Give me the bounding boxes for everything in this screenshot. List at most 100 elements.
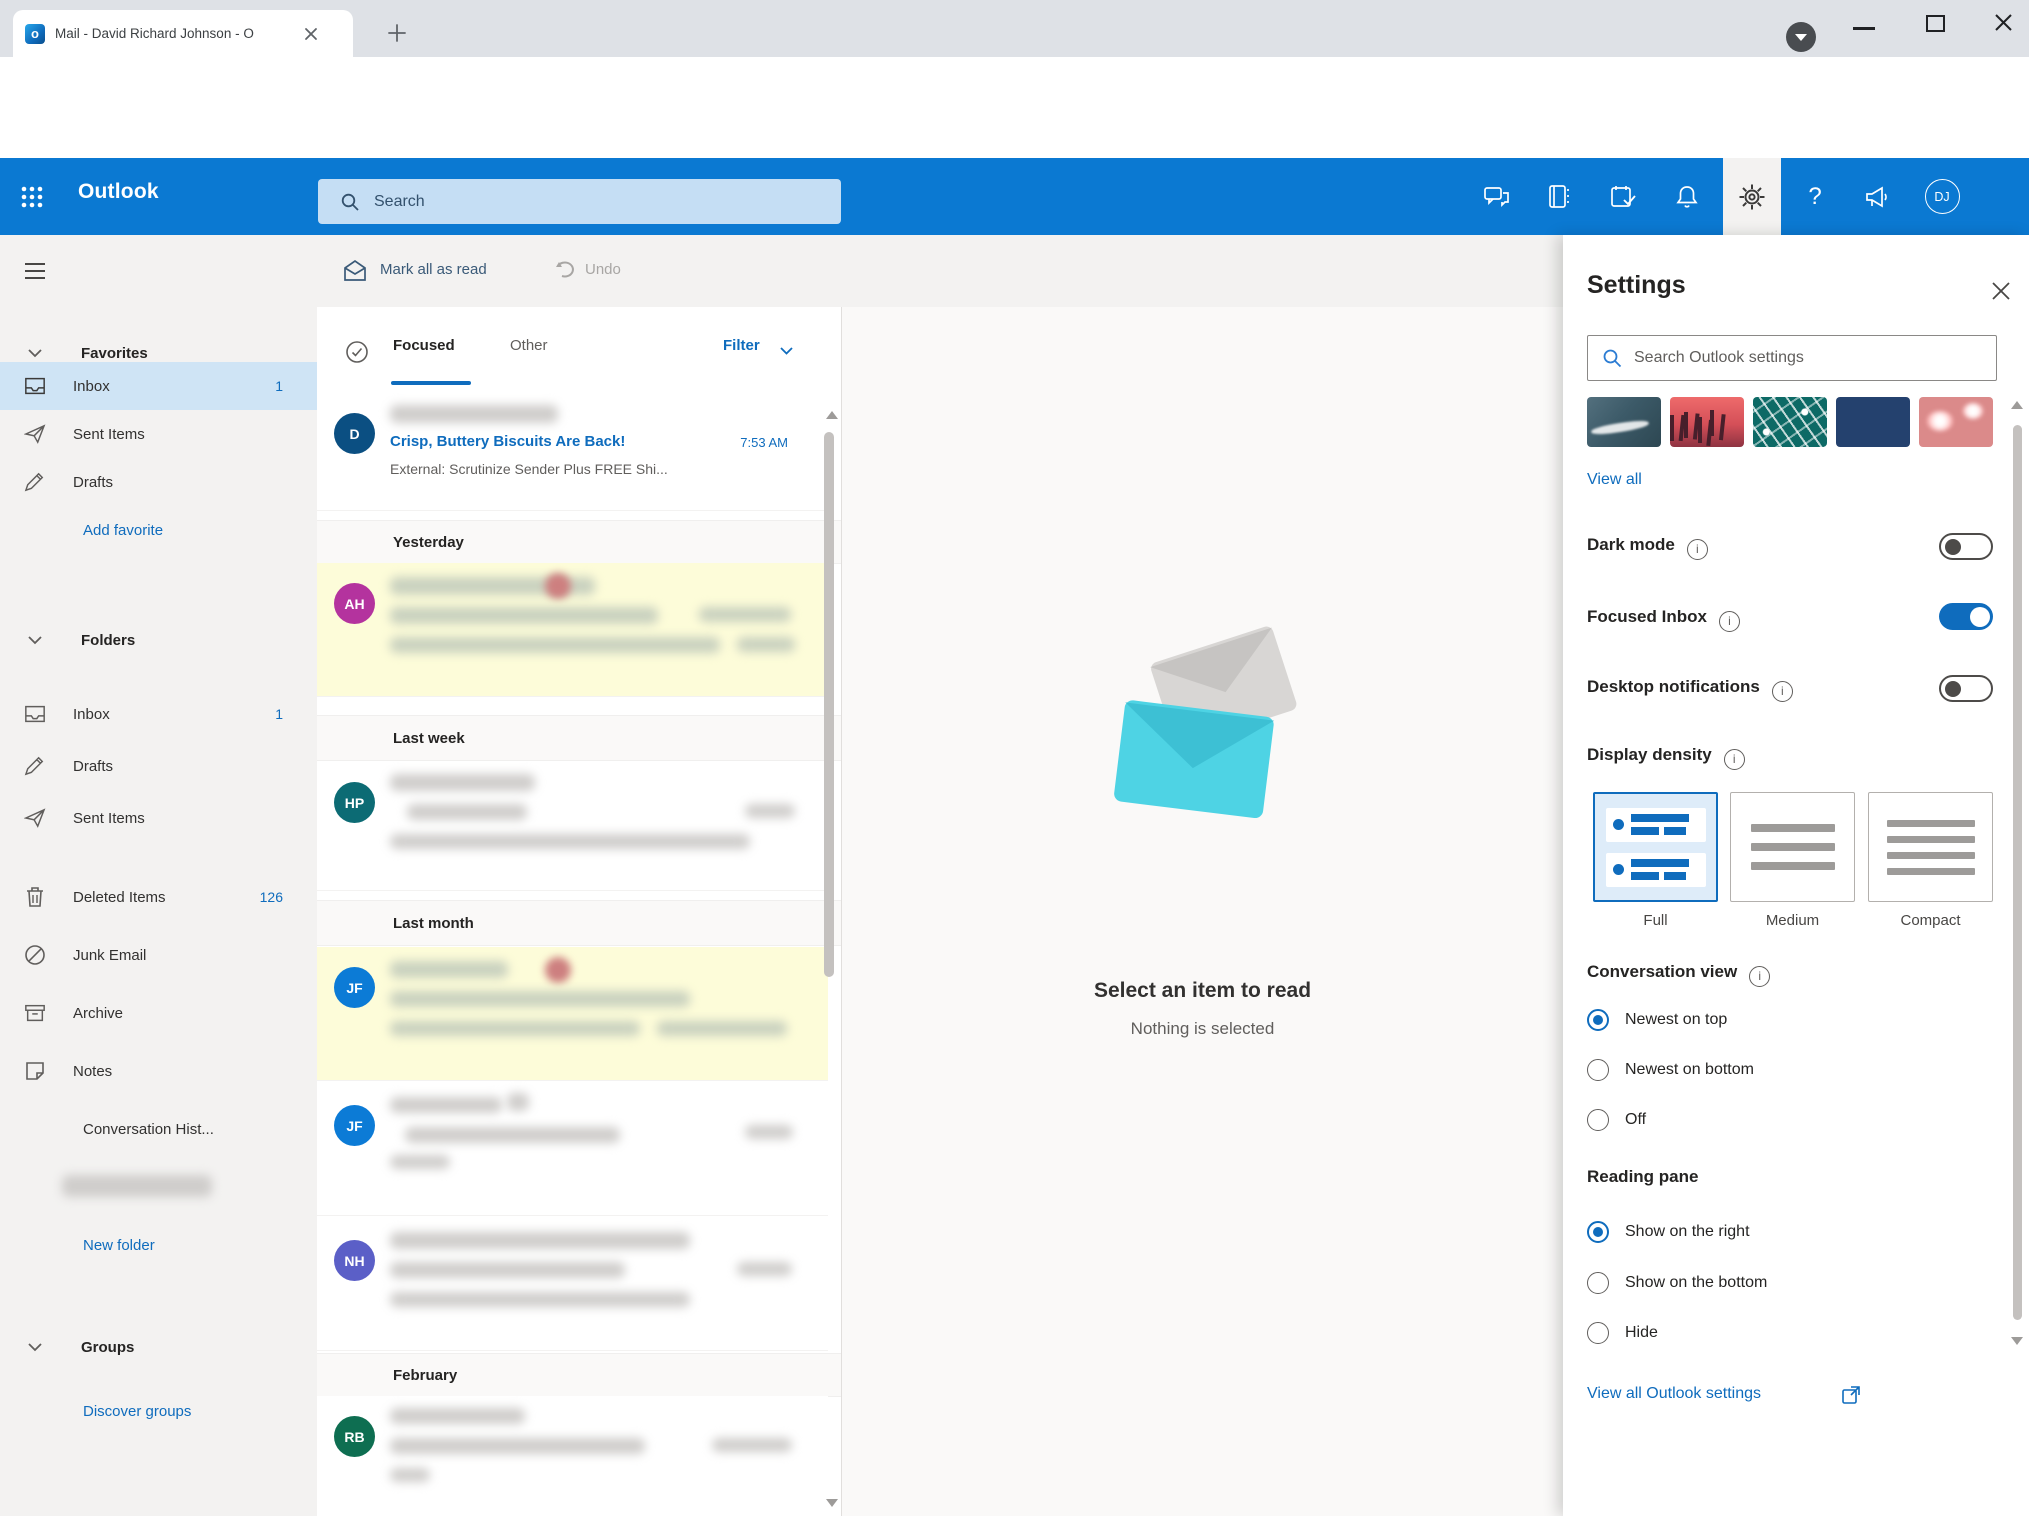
dark-mode-toggle[interactable] — [1939, 533, 1993, 560]
sidebar-item-sent[interactable]: Sent Items — [0, 794, 317, 842]
add-favorite-link[interactable]: Add favorite — [0, 506, 317, 554]
tab-list-dropdown[interactable] — [1786, 22, 1816, 52]
sidebar-item-inbox[interactable]: Inbox 1 — [0, 690, 317, 738]
theme-thumbnail-red-glow[interactable] — [1919, 397, 1993, 447]
inbox-icon — [24, 376, 46, 396]
undo-icon — [552, 257, 576, 281]
envelopes-illustration — [1100, 617, 1310, 827]
redacted-preview — [390, 834, 750, 849]
select-all-icon[interactable] — [345, 340, 369, 364]
pin-icon — [545, 573, 571, 599]
settings-search-input[interactable]: Search Outlook settings — [1587, 335, 1997, 381]
desktop-notifications-toggle[interactable] — [1939, 675, 1993, 702]
radio-conversation-off[interactable]: Off — [1587, 1098, 1646, 1142]
avatar: HP — [334, 782, 375, 823]
sidebar-item-junk[interactable]: Junk Email — [0, 931, 317, 979]
scroll-down-arrow[interactable] — [2011, 1337, 2023, 1345]
radio-newest-on-top[interactable]: Newest on top — [1587, 998, 1727, 1042]
new-folder-link[interactable]: New folder — [0, 1221, 317, 1269]
sidebar-item-redacted[interactable] — [0, 1163, 317, 1211]
groups-header[interactable]: Groups — [0, 1323, 317, 1371]
chat-button[interactable] — [1468, 158, 1526, 235]
density-option-compact[interactable] — [1868, 792, 1993, 902]
sidebar-item-conversation-history[interactable]: Conversation Hist... — [0, 1105, 317, 1153]
settings-gear-button[interactable] — [1723, 158, 1781, 235]
notifications-bell-button[interactable] — [1658, 158, 1716, 235]
discover-groups-link[interactable]: Discover groups — [0, 1387, 317, 1435]
sidebar-item-sent-favorite[interactable]: Sent Items — [0, 410, 317, 458]
redacted-preview — [390, 1155, 450, 1169]
redacted-sender — [390, 1097, 502, 1113]
info-icon[interactable]: i — [1749, 966, 1770, 987]
collapse-sidebar-icon[interactable] — [24, 262, 46, 280]
info-icon[interactable]: i — [1687, 539, 1708, 560]
list-item[interactable]: JF — [317, 1085, 828, 1216]
radio-show-bottom[interactable]: Show on the bottom — [1587, 1261, 1767, 1305]
app-launcher-icon[interactable] — [20, 185, 44, 209]
density-option-full[interactable] — [1593, 792, 1718, 902]
radio-icon — [1587, 1322, 1609, 1344]
radio-show-right[interactable]: Show on the right — [1587, 1210, 1750, 1254]
sidebar-item-drafts-favorite[interactable]: Drafts — [0, 458, 317, 506]
mark-all-read-button[interactable]: Mark all as read — [380, 261, 487, 278]
folder-sidebar: Favorites Inbox 1 Sent Items Drafts Add … — [0, 307, 317, 1516]
scroll-up-arrow[interactable] — [826, 411, 838, 419]
settings-scrollbar[interactable] — [2013, 425, 2022, 1320]
help-button[interactable]: ? — [1786, 158, 1844, 235]
scroll-up-arrow[interactable] — [2011, 401, 2023, 409]
scroll-down-arrow[interactable] — [826, 1499, 838, 1507]
tab-focused[interactable]: Focused — [393, 337, 455, 354]
list-item[interactable]: NH — [317, 1220, 828, 1351]
radio-hide[interactable]: Hide — [1587, 1311, 1658, 1355]
theme-thumbnail-palm-sunset[interactable] — [1670, 397, 1744, 447]
redacted-text — [737, 637, 795, 652]
list-item-pinned[interactable]: JF — [317, 947, 828, 1081]
window-maximize-button[interactable] — [1926, 15, 1945, 32]
info-icon[interactable]: i — [1719, 611, 1740, 632]
info-icon[interactable]: i — [1772, 681, 1793, 702]
window-close-button[interactable] — [1994, 13, 2013, 32]
list-item[interactable]: HP — [317, 762, 828, 891]
browser-tab-strip: o Mail - David Richard Johnson - O — [0, 0, 2029, 57]
radio-newest-on-bottom[interactable]: Newest on bottom — [1587, 1048, 1754, 1092]
redacted-subject — [407, 804, 527, 820]
tab-close-icon[interactable] — [304, 27, 318, 41]
window-minimize-button[interactable] — [1853, 27, 1875, 30]
filter-button[interactable]: Filter — [723, 337, 760, 354]
view-all-settings-link[interactable]: View all Outlook settings — [1587, 1385, 1761, 1403]
list-item[interactable]: D Crisp, Buttery Biscuits Are Back! 7:53… — [317, 393, 828, 511]
outlook-brand[interactable]: Outlook — [78, 180, 159, 204]
undo-button[interactable]: Undo — [585, 261, 621, 278]
info-icon[interactable]: i — [1724, 749, 1745, 770]
density-option-medium[interactable] — [1730, 792, 1855, 902]
redacted-preview — [390, 1468, 430, 1482]
list-item-pinned[interactable]: AH — [317, 563, 828, 697]
focused-inbox-toggle[interactable] — [1939, 603, 1993, 630]
view-all-themes-link[interactable]: View all — [1587, 471, 1642, 489]
search-input[interactable]: Search — [318, 179, 841, 224]
search-icon — [1602, 348, 1622, 368]
new-tab-button[interactable] — [388, 24, 406, 42]
sidebar-item-inbox-favorite[interactable]: Inbox 1 — [0, 362, 317, 410]
chevron-down-icon[interactable] — [780, 347, 793, 355]
theme-thumbnail-ocean-wave[interactable] — [1587, 397, 1661, 447]
sidebar-item-archive[interactable]: Archive — [0, 989, 317, 1037]
my-day-button[interactable] — [1594, 158, 1652, 235]
theme-thumbnail-navy-arcs[interactable] — [1836, 397, 1910, 447]
list-item[interactable]: RB — [317, 1396, 828, 1516]
folders-header[interactable]: Folders — [0, 616, 317, 664]
close-icon[interactable] — [1991, 281, 2011, 301]
onenote-feed-button[interactable] — [1529, 158, 1587, 235]
list-scrollbar[interactable] — [824, 432, 834, 977]
browser-tab[interactable]: o Mail - David Richard Johnson - O — [13, 10, 353, 57]
feedback-megaphone-button[interactable] — [1849, 158, 1907, 235]
radio-icon — [1587, 1059, 1609, 1081]
sidebar-item-drafts[interactable]: Drafts — [0, 742, 317, 790]
sidebar-item-notes[interactable]: Notes — [0, 1047, 317, 1095]
sidebar-item-deleted[interactable]: Deleted Items 126 — [0, 873, 317, 921]
tab-title: Mail - David Richard Johnson - O — [55, 26, 300, 41]
theme-thumbnail-teal-circuit[interactable] — [1753, 397, 1827, 447]
account-avatar[interactable]: DJ — [1913, 158, 1971, 235]
pencil-icon — [24, 756, 46, 776]
tab-other[interactable]: Other — [510, 337, 548, 354]
